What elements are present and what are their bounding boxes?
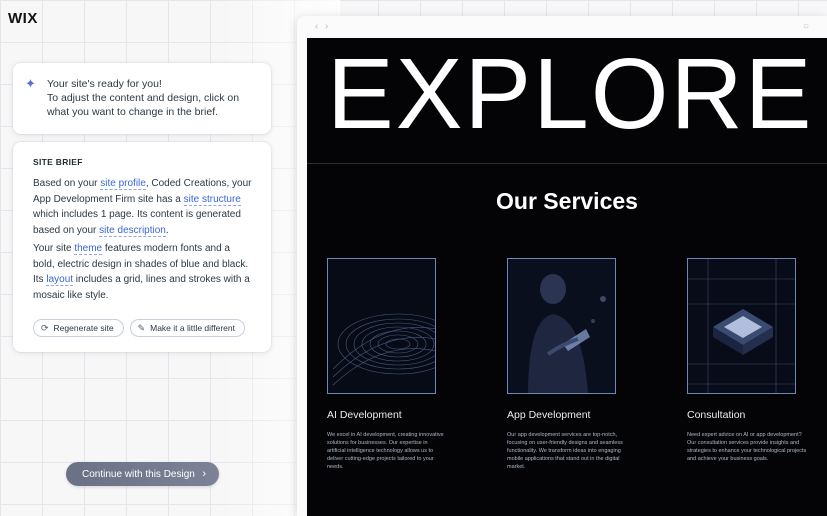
service-title: AI Development [327, 409, 402, 421]
chevron-right-icon: › [202, 468, 206, 480]
ready-message: Your site's ready for you! To adjust the… [47, 77, 259, 119]
service-description: We excel in AI development, creating inn… [327, 432, 444, 470]
ready-headline: Your site's ready for you! [47, 78, 162, 90]
app-development-image [507, 258, 616, 394]
site-description-link[interactable]: site description [99, 224, 166, 237]
site-structure-link[interactable]: site structure [183, 193, 241, 206]
site-brief-title: SITE BRIEF [33, 157, 83, 167]
back-arrow-icon[interactable]: ‹ [315, 21, 318, 32]
make-different-button[interactable]: ✎ Make it a little different [129, 319, 245, 337]
ready-instructions: To adjust the content and design, click … [47, 92, 240, 118]
brief-text: . [165, 224, 169, 236]
theme-link[interactable]: theme [74, 243, 103, 255]
brief-text: Based on your [33, 178, 101, 189]
service-description: Our app development services are top-not… [507, 432, 623, 470]
forward-arrow-icon[interactable]: › [325, 21, 328, 32]
service-title: Consultation [687, 409, 746, 421]
continue-label: Continue with this Design [82, 468, 195, 480]
brief-paragraph-1: Based on your site profile, Coded Creati… [33, 176, 253, 238]
service-card-app[interactable]: App Development Our app development serv… [507, 258, 652, 471]
service-title: App Development [507, 409, 591, 421]
site-brief-card: SITE BRIEF Based on your site profile, C… [13, 142, 271, 352]
site-profile-link[interactable]: site profile [100, 178, 146, 190]
brief-text: Your site [33, 243, 75, 254]
magic-wand-icon: ✎ [137, 322, 146, 333]
ai-development-image [327, 258, 436, 394]
window-control-icon[interactable]: ○ [803, 21, 809, 32]
regenerate-site-button[interactable]: ⟳ Regenerate site [33, 319, 124, 337]
service-card-consultation[interactable]: Consultation Need expert advice on AI or… [687, 258, 827, 463]
site-preview-window: ‹ › ○ EXPLORE Our Services AI Developmen… [297, 16, 827, 516]
wix-logo: WIX [8, 10, 38, 27]
site-ready-card: ✦ Your site's ready for you! To adjust t… [13, 63, 271, 134]
service-description: Need expert advice on AI or app developm… [687, 432, 807, 462]
refresh-icon: ⟳ [41, 322, 49, 333]
hero-divider [307, 163, 827, 164]
regenerate-site-label: Regenerate site [53, 323, 114, 333]
consultation-image [687, 258, 796, 394]
sparkle-icon: ✦ [25, 76, 36, 91]
brief-actions: ⟳ Regenerate site ✎ Make it a little dif… [33, 319, 245, 337]
site-preview: EXPLORE Our Services AI Development We e… [307, 38, 827, 516]
make-different-label: Make it a little different [150, 323, 235, 333]
brief-paragraph-2: Your site theme features modern fonts an… [33, 241, 253, 303]
continue-with-design-button[interactable]: Continue with this Design › [66, 462, 219, 486]
hero-heading[interactable]: EXPLORE [327, 38, 811, 150]
services-heading[interactable]: Our Services [307, 188, 827, 215]
browser-toolbar: ‹ › ○ [297, 16, 827, 38]
service-card-ai[interactable]: AI Development We excel in AI developmen… [327, 258, 472, 471]
layout-link[interactable]: layout [46, 274, 74, 286]
